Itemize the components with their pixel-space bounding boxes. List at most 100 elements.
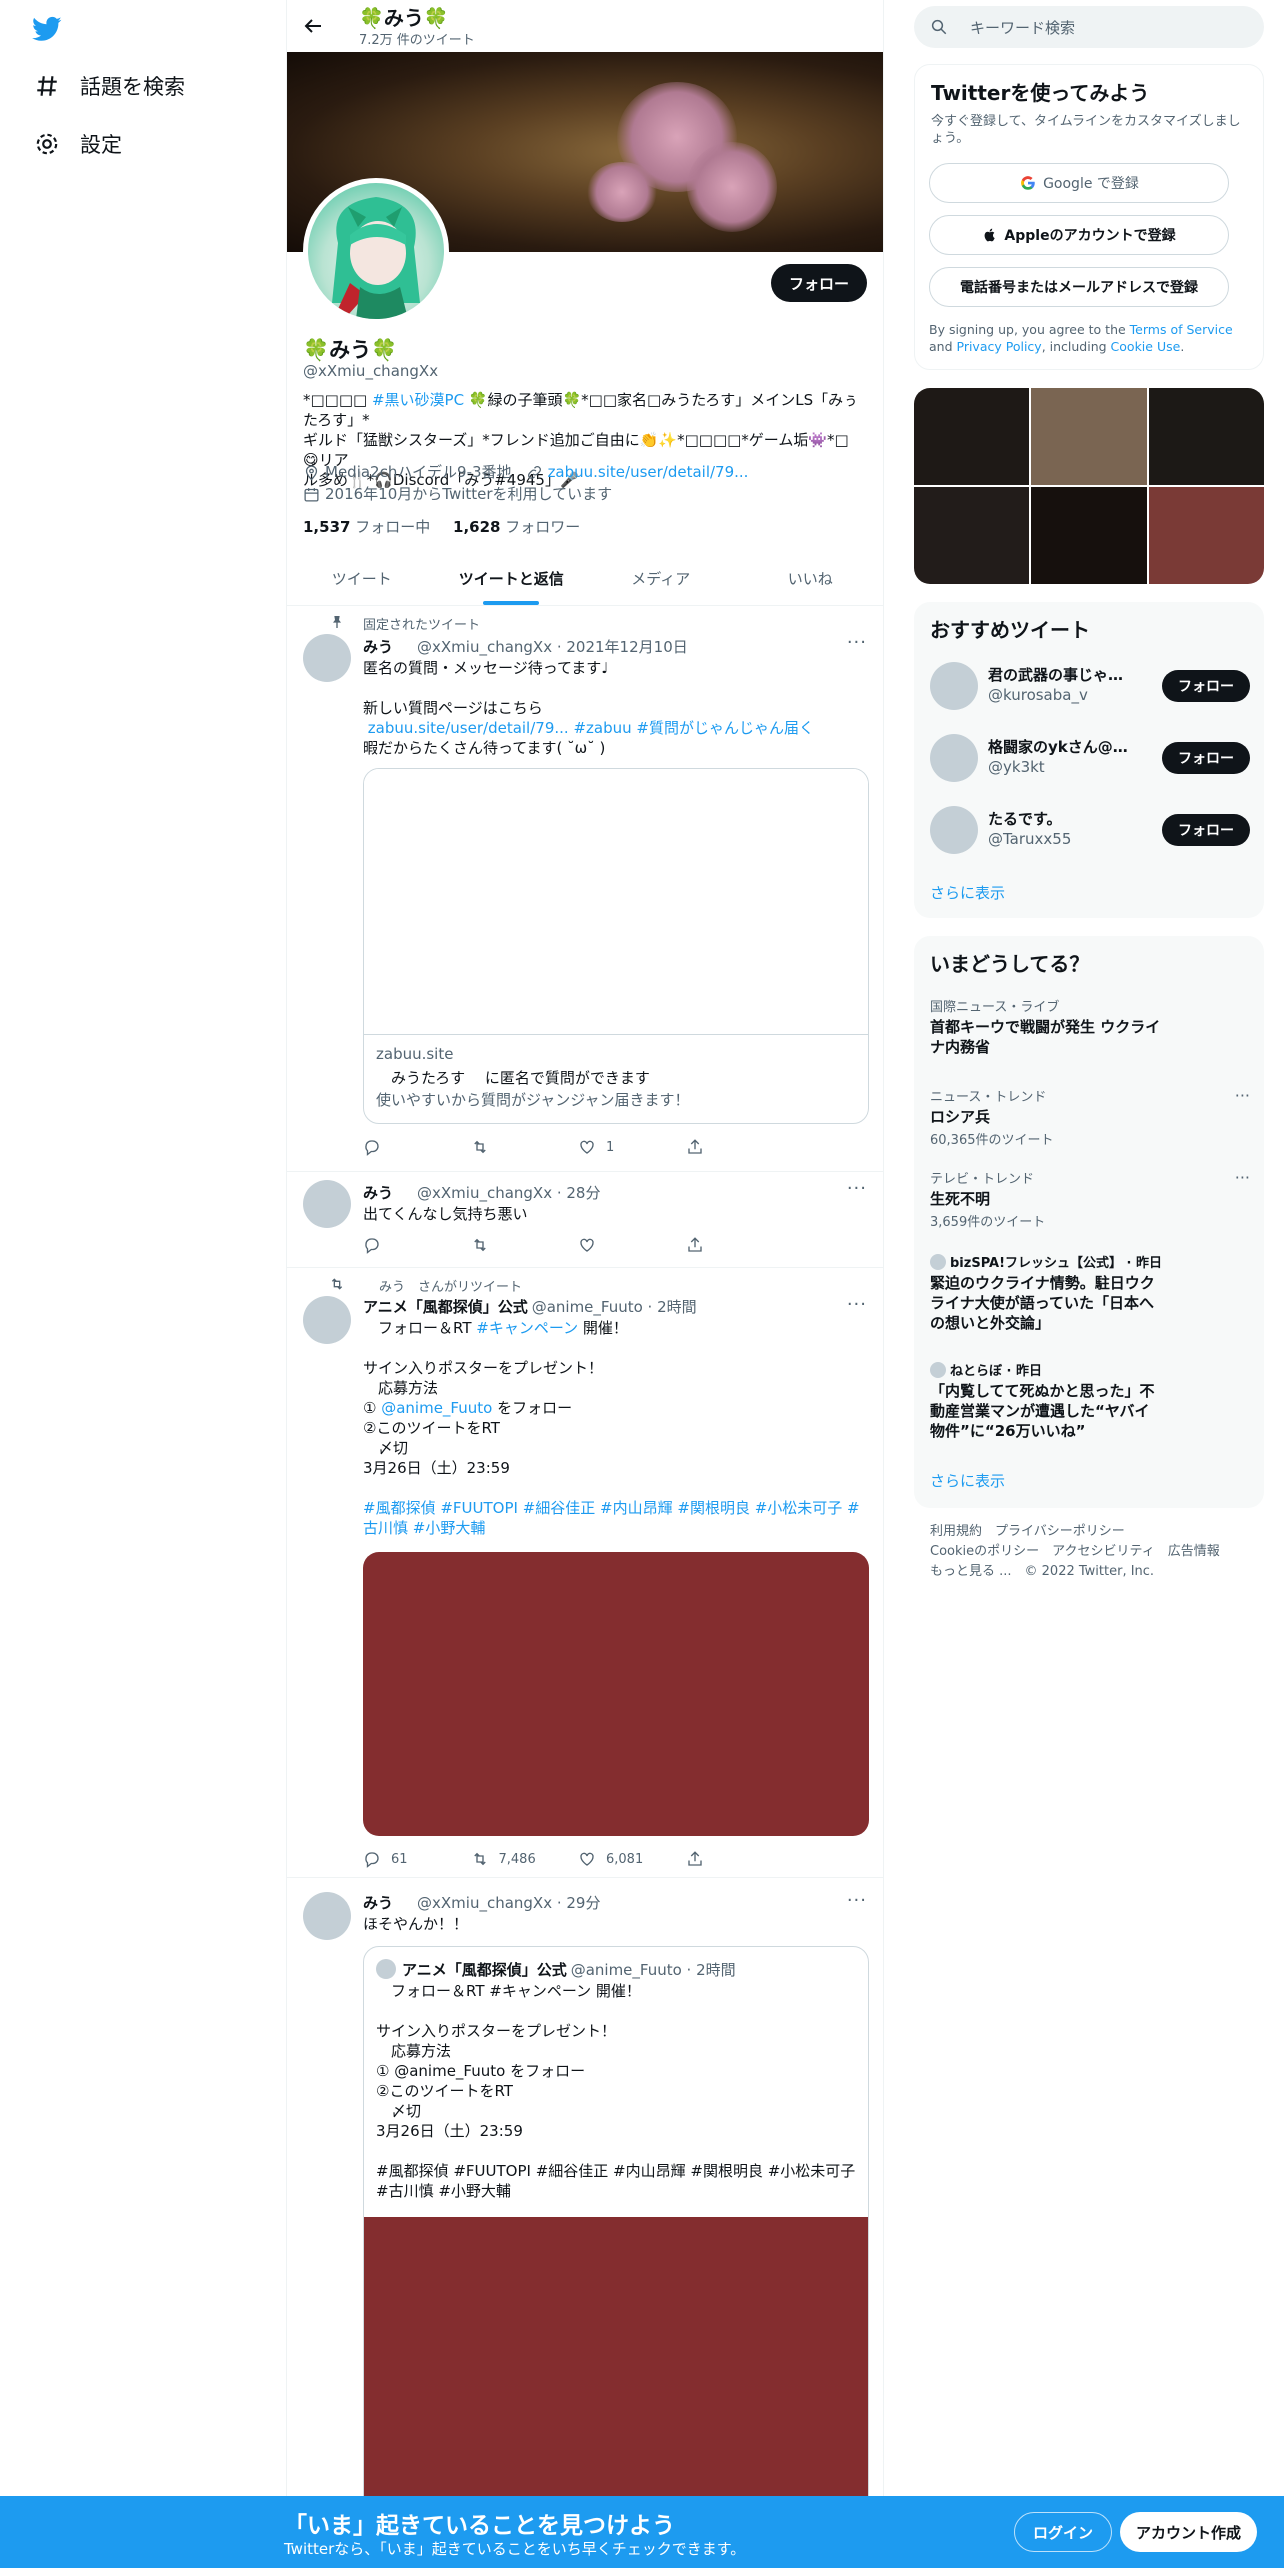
tab-tweets-and-replies[interactable]: ツイートと返信 (437, 552, 587, 605)
news-item[interactable]: bizSPA!フレッシュ【公式】 · 昨日 緊迫のウクライナ情勢。駐日ウクライナ… (930, 1252, 1250, 1333)
tweet-text: フォロー＆RT #キャンペーン 開催！ サイン入りポスターをプレゼント！ 応募方… (363, 1318, 869, 1538)
tweet-hashtag[interactable]: #キャンペーン (476, 1319, 578, 1337)
media-thumbnail[interactable] (914, 487, 1030, 584)
media-thumbnail[interactable] (1148, 487, 1264, 584)
profile-url-link[interactable]: zabuu.site/user/detail/79... (548, 462, 749, 482)
terms-of-service-link[interactable]: Terms of Service (1130, 322, 1233, 337)
avatar[interactable] (303, 1296, 351, 1344)
news-item[interactable]: ねとらぼ · 昨日 「内覧してて死ぬかと思った」不動産営業マンが遭遇した“ヤバイ… (930, 1360, 1250, 1441)
media-thumbnail[interactable] (914, 388, 1030, 485)
show-more-link[interactable]: さらに表示 (930, 882, 1005, 903)
search-icon (931, 19, 947, 35)
follow-button[interactable]: フォロー (1162, 670, 1250, 702)
more-options-icon[interactable]: ··· (847, 1294, 867, 1315)
like-button[interactable]: 6,081 (578, 1850, 686, 1868)
tweet[interactable]: みう @xXmiu_changXx · 28分 ··· 出てくんなし気持ち悪い (287, 1172, 883, 1268)
more-options-icon[interactable]: ··· (1235, 1168, 1250, 1187)
tab-media[interactable]: メディア (586, 552, 736, 605)
tab-likes[interactable]: いいね (736, 552, 884, 605)
phone-email-signup-button[interactable]: 電話番号またはメールアドレスで登録 (929, 267, 1229, 307)
tweet-handle-time[interactable]: @xXmiu_changXx · 29分 (417, 1894, 600, 1912)
share-button[interactable] (686, 1850, 794, 1868)
tweet-header: みう @xXmiu_changXx · 2021年12月10日 (363, 636, 688, 657)
tweet-handle-time[interactable]: @xXmiu_changXx · 2021年12月10日 (417, 638, 688, 656)
search-input[interactable]: キーワード検索 (914, 6, 1264, 48)
followers-link[interactable]: 1,628 フォロワー (453, 518, 580, 536)
tweet-hashtags[interactable]: #風都探偵 #FUUTOPI #細谷佳正 #内山昂輝 #関根明良 #小松未可子 … (363, 1499, 860, 1537)
avatar[interactable] (303, 1180, 351, 1228)
share-button[interactable] (686, 1236, 794, 1254)
recommended-user-handle: @yk3kt (988, 758, 1045, 776)
media-thumbnail[interactable] (1031, 388, 1147, 485)
tweet-hashtag[interactable]: #質問がじゃんじゃん届く (632, 719, 814, 737)
reply-button[interactable] (363, 1138, 471, 1156)
show-more-link[interactable]: さらに表示 (930, 1470, 1005, 1491)
follow-button[interactable]: フォロー (1162, 814, 1250, 846)
tweet-author-name[interactable]: みう (363, 1184, 393, 1202)
media-thumbnail[interactable] (1148, 388, 1264, 485)
tweet-author-name[interactable]: みう (363, 1894, 393, 1912)
pinned-label: 固定されたツイート (363, 618, 481, 633)
nav-explore[interactable]: 話題を検索 (34, 66, 185, 106)
follow-button[interactable]: フォロー (770, 264, 867, 302)
profile-avatar[interactable] (303, 178, 449, 324)
quoted-header: アニメ「風都探偵」公式 @anime_Fuuto · 2時間 (402, 1959, 736, 1980)
tweet-author-name[interactable]: アニメ「風都探偵」公式 (363, 1298, 528, 1316)
retweet-icon (473, 1238, 486, 1252)
cookie-use-link[interactable]: Cookie Use (1111, 339, 1181, 354)
footer-link-row[interactable]: 利用規約 プライバシーポリシー (930, 1522, 1260, 1542)
avatar[interactable] (303, 634, 351, 682)
bio-hashtag-link[interactable]: #黒い砂漠PC (372, 391, 464, 409)
twitter-logo-icon[interactable] (30, 14, 66, 44)
signup-button[interactable]: アカウント作成 (1120, 2512, 1258, 2552)
recommended-user[interactable]: たるです。 @Taruxx55 フォロー (930, 802, 1250, 858)
following-link[interactable]: 1,537 フォロー中 (303, 518, 430, 536)
nav-settings[interactable]: 設定 (34, 124, 122, 164)
retweet-context-label[interactable]: みう さんがリツイート (379, 1280, 522, 1295)
more-options-icon[interactable]: ··· (1235, 1086, 1250, 1105)
retweet-button[interactable] (471, 1236, 579, 1254)
recommended-user[interactable]: 君の武器の事じゃ@... @kurosaba_v フォロー (930, 658, 1250, 714)
trend-item[interactable]: ニュース・トレンド ロシア兵 60,365件のツイート ··· (930, 1086, 1250, 1148)
share-button[interactable] (686, 1138, 794, 1156)
tweet-handle-time[interactable]: @anime_Fuuto · 2時間 (532, 1298, 697, 1316)
recommended-user[interactable]: 格闘家のykさん@黒... @yk3kt フォロー (930, 730, 1250, 786)
tweet-media-image[interactable] (363, 1552, 869, 1836)
link-card[interactable]: zabuu.site みうたろす に匿名で質問ができます 使いやすいから質問がジ… (363, 768, 869, 1124)
login-button[interactable]: ログイン (1014, 2512, 1113, 2552)
retweet-button[interactable] (471, 1138, 579, 1156)
trend-item[interactable]: テレビ・トレンド 生死不明 3,659件のツイート ··· (930, 1168, 1250, 1230)
trend-item[interactable]: 国際ニュース・ライブ 首都キーウで戦闘が発生 ウクライナ内務省 (930, 996, 1250, 1057)
reply-button[interactable]: 61 (363, 1850, 471, 1868)
tweet-retweeted[interactable]: みう さんがリツイート アニメ「風都探偵」公式 @anime_Fuuto · 2時… (287, 1268, 883, 1878)
terms-text: and (929, 339, 957, 354)
more-options-icon[interactable]: ··· (847, 1178, 867, 1199)
tweet-handle-time[interactable]: @xXmiu_changXx · 28分 (417, 1184, 600, 1202)
tweet-mention[interactable]: @anime_Fuuto (381, 1399, 492, 1417)
follow-button[interactable]: フォロー (1162, 742, 1250, 774)
footer-link-row[interactable]: もっと見る ... © 2022 Twitter, Inc. (930, 1562, 1260, 1582)
quoted-tweet[interactable]: アニメ「風都探偵」公式 @anime_Fuuto · 2時間 フォロー＆RT #キ… (363, 1946, 869, 2500)
back-arrow-icon[interactable] (301, 14, 325, 38)
media-thumbnail[interactable] (1031, 487, 1147, 584)
tweet-quote[interactable]: みう @xXmiu_changXx · 29分 ··· ほそやんか！！ アニメ「風… (287, 1878, 883, 2500)
footer-link-row[interactable]: Cookieのポリシー アクセシビリティ 広告情報 (930, 1542, 1260, 1562)
google-signup-button[interactable]: Google で登録 (929, 163, 1229, 203)
apple-signup-button[interactable]: Appleのアカウントで登録 (929, 215, 1229, 255)
avatar[interactable] (303, 1892, 351, 1940)
reply-button[interactable] (363, 1236, 471, 1254)
more-options-icon[interactable]: ··· (847, 1890, 867, 1911)
more-options-icon[interactable]: ··· (847, 632, 867, 653)
like-button[interactable] (578, 1236, 686, 1254)
quoted-media-image (364, 2217, 868, 2500)
tweet-hashtag[interactable]: #zabuu (569, 719, 631, 737)
tweet-author-name[interactable]: みう (363, 638, 393, 656)
privacy-policy-link[interactable]: Privacy Policy (957, 339, 1042, 354)
retweet-button[interactable]: 7,486 (471, 1850, 579, 1868)
like-button[interactable]: 1 (578, 1138, 686, 1156)
tab-tweets[interactable]: ツイート (287, 552, 437, 605)
following-label: フォロー中 (350, 518, 431, 536)
tweet-pinned[interactable]: 固定されたツイート みう @xXmiu_changXx · 2021年12月10日… (287, 606, 883, 1172)
tweet-link[interactable]: zabuu.site/user/detail/79... (363, 719, 569, 737)
quoted-handle-time: @anime_Fuuto · 2時間 (570, 1961, 736, 1979)
